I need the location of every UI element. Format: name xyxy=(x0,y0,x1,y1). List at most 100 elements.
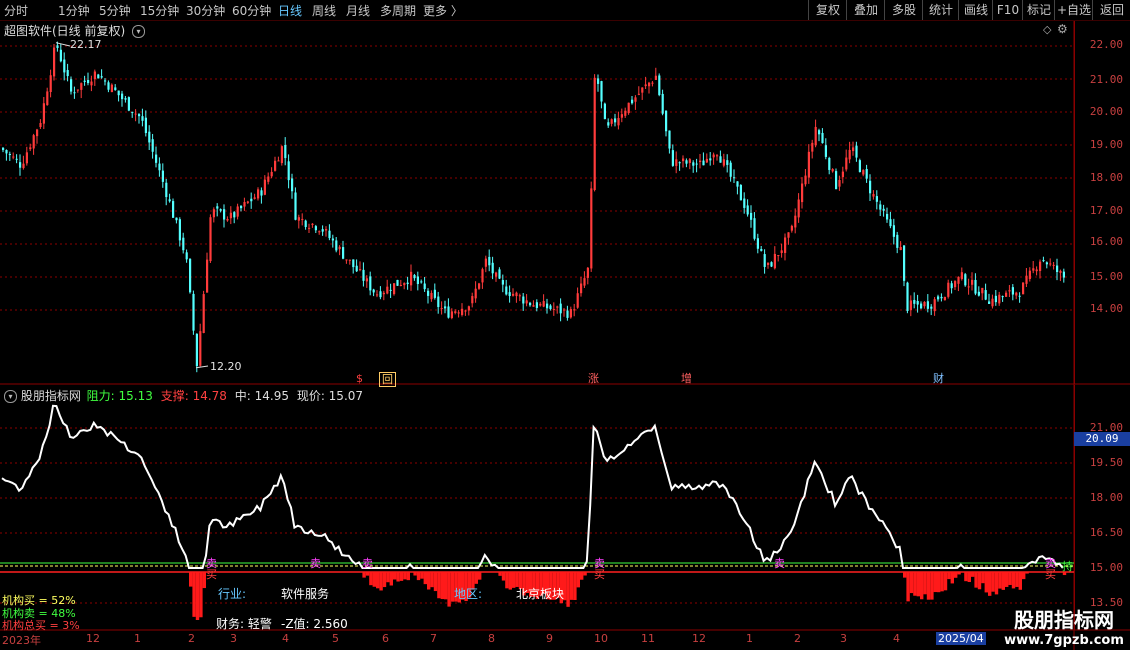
candle-body xyxy=(797,199,800,218)
candle-body xyxy=(270,171,273,177)
candle-body xyxy=(610,119,613,124)
inst-fill xyxy=(903,572,907,578)
candle-body xyxy=(767,262,770,265)
inst-fill xyxy=(1008,572,1012,585)
inst-fill xyxy=(964,572,968,582)
candle-body xyxy=(750,212,753,220)
candle-body xyxy=(583,278,586,286)
y-tick: 18.00 xyxy=(1089,491,1123,504)
candle-body xyxy=(478,283,481,289)
candle-body xyxy=(474,288,477,299)
inst-fill xyxy=(437,572,441,599)
candle-body xyxy=(1042,260,1045,262)
candle-body xyxy=(488,256,491,266)
candle-body xyxy=(998,294,1001,304)
candle-body xyxy=(916,300,919,305)
inst-fill xyxy=(906,572,910,602)
candle-body xyxy=(454,311,457,314)
low-pointer xyxy=(195,365,209,369)
inst-fill xyxy=(957,572,961,575)
candle-body xyxy=(617,117,620,126)
candle-body xyxy=(668,130,671,149)
x-tick: 5 xyxy=(332,632,339,645)
candle-body xyxy=(889,219,892,227)
candle-body xyxy=(722,159,725,166)
event-badge-limit-up[interactable]: 涨 xyxy=(586,372,601,385)
candle-body xyxy=(937,296,940,300)
inst-fill xyxy=(365,572,370,576)
candle-body xyxy=(753,218,756,239)
inst-fill xyxy=(416,572,421,581)
diamond-icon[interactable]: ◇ xyxy=(1043,23,1051,36)
candle-body xyxy=(202,294,205,333)
candle-body xyxy=(875,196,878,202)
inst-fill xyxy=(379,572,383,591)
candle-body xyxy=(903,245,906,281)
event-badge-finance[interactable]: 财 xyxy=(931,372,946,385)
candle-body xyxy=(971,279,974,285)
candle-body xyxy=(308,227,311,229)
event-badge-increase[interactable]: 增 xyxy=(679,372,694,385)
candle-body xyxy=(923,301,926,307)
inst-fill xyxy=(940,572,944,592)
candle-body xyxy=(719,156,722,163)
inst-fill xyxy=(393,572,397,580)
candle-body xyxy=(110,84,113,93)
candle-body xyxy=(240,206,243,209)
inst-fill xyxy=(923,572,927,595)
candle-body xyxy=(219,209,222,211)
chevron-down-icon[interactable]: ▾ xyxy=(132,25,146,38)
candle-body xyxy=(246,201,249,203)
event-badge-dividend[interactable]: $ xyxy=(354,372,365,385)
inst-fill xyxy=(930,572,934,600)
candle-body xyxy=(25,152,28,164)
x-tick: 12 xyxy=(86,632,100,645)
candle-body xyxy=(386,286,389,294)
candle-body xyxy=(284,145,287,159)
candle-body xyxy=(678,162,681,164)
current-value-tag: 20.09 xyxy=(1074,432,1130,446)
x-tick: 4 xyxy=(282,632,289,645)
candle-body xyxy=(80,83,83,90)
candle-body xyxy=(869,180,872,194)
inst-fill xyxy=(478,572,482,580)
candle-body xyxy=(542,301,545,307)
gear-icon[interactable]: ⚙ xyxy=(1057,22,1068,36)
candle-body xyxy=(56,45,59,49)
indicator-collapse-icon[interactable]: ▾ xyxy=(4,390,17,403)
candle-body xyxy=(695,163,698,165)
candle-body xyxy=(22,163,25,169)
candle-body xyxy=(872,194,875,197)
candle-body xyxy=(862,170,865,175)
candle-body xyxy=(950,283,953,289)
inst-fill xyxy=(474,572,478,584)
candle-body xyxy=(379,291,382,298)
candle-body xyxy=(699,160,702,163)
inst-fill xyxy=(994,572,999,595)
event-badge-buyback[interactable]: 回 xyxy=(379,372,396,387)
candle-body xyxy=(892,225,895,237)
candle-body xyxy=(702,160,705,166)
candle-body xyxy=(90,81,93,86)
candle-body xyxy=(141,116,144,121)
candle-body xyxy=(954,281,957,288)
candle-body xyxy=(399,284,402,286)
candle-body xyxy=(114,87,117,90)
candle-body xyxy=(175,217,178,221)
stock-title: 超图软件(日线 前复权) xyxy=(4,24,126,38)
inst-fill xyxy=(403,572,407,580)
candle-body xyxy=(76,89,79,91)
inst-fill xyxy=(933,572,937,593)
candle-body xyxy=(1052,264,1055,266)
inst-fill xyxy=(909,572,914,594)
candle-body xyxy=(801,183,804,203)
signal-sell: 卖 xyxy=(362,557,373,570)
candle-body xyxy=(406,282,409,285)
y-tick: 22.00 xyxy=(1089,38,1123,51)
candle-body xyxy=(569,309,572,318)
inst-fill xyxy=(389,572,393,586)
candle-body xyxy=(586,267,589,278)
candle-body xyxy=(311,223,314,225)
candle-body xyxy=(933,299,936,312)
candle-body xyxy=(73,92,76,94)
